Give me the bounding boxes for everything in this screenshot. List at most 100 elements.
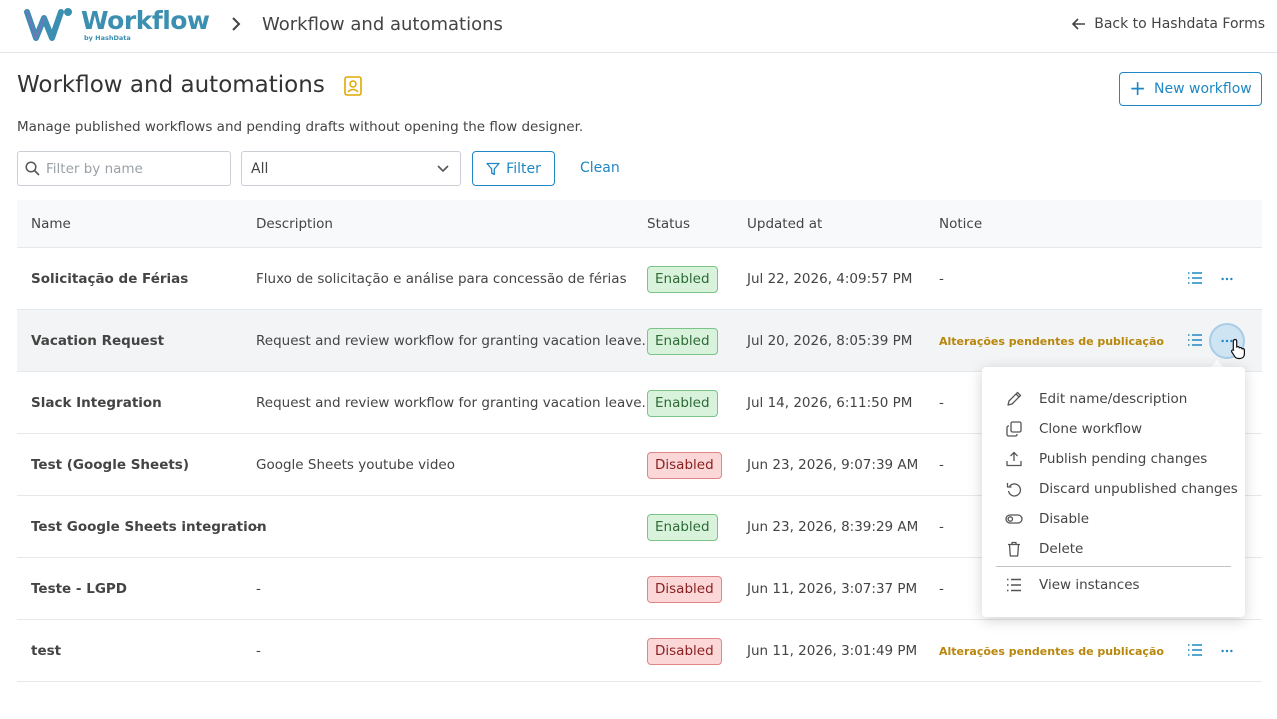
menu-item-discard-unpublished-changes[interactable]: Discard unpublished changes xyxy=(982,474,1245,504)
menu-item-disable[interactable]: Disable xyxy=(982,504,1245,534)
menu-item-view-instances[interactable]: View instances xyxy=(982,570,1245,600)
status-badge: Enabled xyxy=(647,389,718,417)
menu-item-label: Edit name/description xyxy=(1039,391,1188,407)
arrow-left-icon xyxy=(1072,18,1086,30)
cell-name: Slack Integration xyxy=(31,395,162,411)
status-badge: Disabled xyxy=(647,637,722,665)
cell-description: Fluxo de solicitação e análise para conc… xyxy=(256,271,627,287)
cell-description: Google Sheets youtube video xyxy=(256,457,455,473)
cell-updated-at: Jun 11, 2026, 3:07:37 PM xyxy=(747,581,918,597)
menu-item-edit-name-description[interactable]: Edit name/description xyxy=(982,384,1245,414)
column-header-description[interactable]: Description xyxy=(256,216,333,232)
table-row[interactable]: test - Disabled Jun 11, 2026, 3:01:49 PM Alt… xyxy=(17,620,1262,682)
view-instances-icon[interactable] xyxy=(1187,333,1203,347)
status-badge: Enabled xyxy=(647,327,718,355)
cell-description: - xyxy=(256,643,261,659)
copy-icon xyxy=(1006,421,1022,437)
column-header-notice[interactable]: Notice xyxy=(939,216,982,232)
cell-name: Vacation Request xyxy=(31,333,165,349)
menu-divider xyxy=(996,566,1231,567)
cell-status: Disabled xyxy=(647,620,722,682)
menu-item-label: Disable xyxy=(1039,511,1090,527)
cell-notice: - xyxy=(939,271,944,287)
cell-updated-at: Jul 22, 2026, 4:09:57 PM xyxy=(747,271,913,287)
logo-subtext: by HashData xyxy=(84,34,131,42)
filter-button[interactable]: Filter xyxy=(472,151,555,186)
menu-item-publish-pending-changes[interactable]: Publish pending changes xyxy=(982,444,1245,474)
cell-status: Enabled xyxy=(647,496,718,558)
cell-name: test xyxy=(31,643,62,659)
table-row[interactable]: Solicitação de Férias Fluxo de solicitaçã… xyxy=(17,248,1262,310)
back-to-forms-link[interactable]: Back to Hashdata Forms xyxy=(1071,16,1265,32)
column-header-updated-at[interactable]: Updated at xyxy=(747,216,822,232)
new-workflow-label: New workflow xyxy=(1154,81,1252,97)
undo-icon xyxy=(1006,483,1022,497)
status-badge: Disabled xyxy=(647,575,722,603)
more-actions-icon[interactable] xyxy=(1217,641,1237,661)
menu-item-delete[interactable]: Delete xyxy=(982,534,1245,564)
workflow-logo-icon xyxy=(24,8,72,41)
table-row[interactable]: Vacation Request Request and review workf… xyxy=(17,310,1262,372)
new-workflow-button[interactable]: + New workflow xyxy=(1119,72,1262,106)
search-input[interactable] xyxy=(46,160,216,177)
cell-status: Disabled xyxy=(647,434,722,496)
menu-item-label: Publish pending changes xyxy=(1039,451,1208,467)
cell-status: Enabled xyxy=(647,372,718,434)
filter-button-label: Filter xyxy=(506,160,541,177)
menu-item-label: Clone workflow xyxy=(1039,421,1143,437)
logo-text: Workflow xyxy=(81,6,210,35)
status-badge: Enabled xyxy=(647,513,718,541)
cell-status: Disabled xyxy=(647,558,722,620)
funnel-icon xyxy=(486,162,500,175)
search-icon xyxy=(25,161,40,176)
view-instances-icon[interactable] xyxy=(1187,643,1203,657)
cell-name: Teste - LGPD xyxy=(31,581,128,597)
pencil-icon xyxy=(1007,391,1022,406)
cell-updated-at: Jun 23, 2026, 8:39:29 AM xyxy=(747,519,919,535)
status-select-value: All xyxy=(251,160,269,177)
table-header: Name Description Status Updated at Notic… xyxy=(17,200,1262,248)
cell-status: Enabled xyxy=(647,310,718,372)
upload-icon xyxy=(1006,451,1022,467)
cell-name: Test (Google Sheets) xyxy=(31,457,190,473)
workflow-logo[interactable]: Workflow by HashData xyxy=(24,6,210,46)
cell-notice: - xyxy=(939,395,944,411)
cell-notice: - xyxy=(939,457,944,473)
more-actions-icon[interactable] xyxy=(1217,269,1237,289)
cell-description: Request and review workflow for granting… xyxy=(256,333,646,349)
status-badge: Enabled xyxy=(647,265,718,293)
cell-updated-at: Jul 14, 2026, 6:11:50 PM xyxy=(747,395,913,411)
hand-cursor-icon xyxy=(1230,338,1245,360)
menu-item-label: View instances xyxy=(1039,577,1140,593)
view-instances-icon[interactable] xyxy=(1187,271,1203,285)
top-bar: Workflow by HashData Workflow and automa… xyxy=(0,0,1277,53)
cell-updated-at: Jun 11, 2026, 3:01:49 PM xyxy=(747,643,918,659)
cell-description: - xyxy=(256,581,261,597)
cell-status: Enabled xyxy=(647,248,718,310)
list-icon xyxy=(1007,578,1021,592)
toggle-off-icon xyxy=(1005,514,1023,524)
menu-item-label: Delete xyxy=(1039,541,1084,557)
column-header-status[interactable]: Status xyxy=(647,216,690,232)
cell-notice: - xyxy=(939,519,944,535)
chevron-right-icon xyxy=(232,17,241,31)
chevron-down-icon xyxy=(437,164,449,172)
row-actions-menu: Edit name/description Clone workflow Pub… xyxy=(982,367,1245,617)
clean-filters-link[interactable]: Clean xyxy=(580,160,620,176)
cell-name: Solicitação de Férias xyxy=(31,271,189,287)
status-badge: Disabled xyxy=(647,451,722,479)
trash-icon xyxy=(1008,541,1020,557)
cell-updated-at: Jun 23, 2026, 9:07:39 AM xyxy=(747,457,919,473)
back-link-label: Back to Hashdata Forms xyxy=(1094,16,1265,32)
cell-notice: Alterações pendentes de publicação xyxy=(939,334,1164,348)
page-title: Workflow and automations xyxy=(17,72,325,98)
cell-notice: Alterações pendentes de publicação xyxy=(939,644,1164,658)
cell-name: Test Google Sheets integration xyxy=(31,519,267,535)
contact-book-icon[interactable] xyxy=(343,75,363,97)
menu-item-clone-workflow[interactable]: Clone workflow xyxy=(982,414,1245,444)
search-field[interactable] xyxy=(17,151,231,186)
menu-item-label: Discard unpublished changes xyxy=(1039,481,1238,497)
column-header-name[interactable]: Name xyxy=(31,216,71,232)
status-select[interactable]: All xyxy=(241,151,461,186)
plus-icon: + xyxy=(1129,76,1147,100)
